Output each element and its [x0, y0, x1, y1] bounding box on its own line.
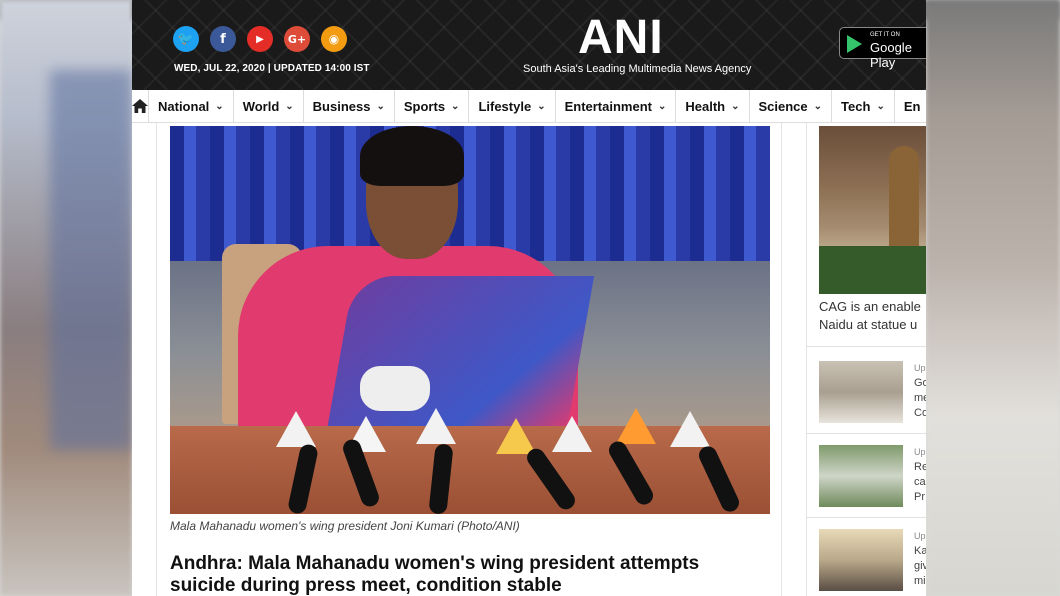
article-column: Mala Mahanadu women's wing president Jon… [156, 123, 782, 596]
blurred-backdrop-left [0, 0, 132, 596]
nav-item-lifestyle[interactable]: Lifestyle ⌄ [469, 89, 556, 123]
blurred-backdrop-right [926, 0, 1060, 596]
sidebar-thumbnail[interactable] [819, 361, 903, 423]
list-item[interactable]: Up Go me Co [914, 361, 926, 421]
chevron-down-icon: ⌄ [215, 100, 224, 112]
chevron-down-icon: ⌄ [813, 100, 823, 112]
photo-caption: Mala Mahanadu women's wing president Jon… [170, 519, 520, 533]
sidebar-thumbnail[interactable] [819, 445, 903, 507]
rss-icon[interactable]: ◉ [321, 26, 347, 52]
google-play-icon [847, 35, 862, 53]
date-updated-line: WED, JUL 22, 2020 | UPDATED 14:00 IST [174, 63, 370, 74]
chevron-down-icon: ⌄ [657, 100, 667, 112]
facebook-icon[interactable]: f [210, 26, 236, 52]
site-header: 🐦 f ▶ G+ ◉ WED, JUL 22, 2020 | UPDATED 1… [132, 0, 926, 90]
google-plus-icon[interactable]: G+ [284, 26, 310, 52]
sidebar: CAG is an enable Naidu at statue u Up Go… [806, 123, 926, 596]
home-icon[interactable] [132, 89, 149, 123]
list-item[interactable]: Up Ka giv mi [914, 529, 926, 589]
list-item[interactable]: Up Re ca Pr [914, 445, 926, 505]
nav-item-national[interactable]: National ⌄ [149, 89, 234, 123]
nav-item-science[interactable]: Science ⌄ [750, 89, 833, 123]
chevron-down-icon: ⌄ [731, 100, 740, 112]
chevron-down-icon: ⌄ [537, 100, 546, 112]
chevron-down-icon: ⌄ [376, 100, 385, 112]
google-play-badge[interactable]: GET IT ON Google Play [839, 27, 926, 70]
nav-item-health[interactable]: Health ⌄ [676, 89, 750, 123]
chevron-down-icon: ⌄ [451, 100, 460, 112]
article-photo[interactable] [170, 126, 770, 514]
chevron-down-icon: ⌄ [876, 100, 885, 112]
sidebar-feature-caption[interactable]: CAG is an enable Naidu at statue u [819, 298, 926, 334]
site-tagline: South Asia's Leading Multimedia News Age… [523, 63, 752, 75]
main-nav: National ⌄ World ⌄ Business ⌄ Sports ⌄ Lifes… [132, 89, 926, 123]
article-headline[interactable]: Andhra: Mala Mahanadu women's wing presi… [170, 553, 770, 596]
nav-item-tech[interactable]: Tech ⌄ [832, 89, 895, 123]
twitter-icon[interactable]: 🐦 [173, 26, 199, 52]
nav-item-business[interactable]: Business ⌄ [304, 89, 395, 123]
nav-item-world[interactable]: World ⌄ [234, 89, 304, 123]
nav-item-en[interactable]: En [895, 90, 926, 123]
youtube-icon[interactable]: ▶ [247, 26, 273, 52]
ani-logo[interactable]: ANI [578, 10, 664, 65]
nav-item-sports[interactable]: Sports ⌄ [395, 89, 470, 123]
chevron-down-icon: ⌄ [285, 100, 294, 112]
nav-item-entertainment[interactable]: Entertainment ⌄ [556, 89, 677, 123]
social-links: 🐦 f ▶ G+ ◉ [173, 26, 347, 52]
news-page: 🐦 f ▶ G+ ◉ WED, JUL 22, 2020 | UPDATED 1… [132, 0, 926, 596]
sidebar-feature-image[interactable] [819, 126, 926, 294]
sidebar-thumbnail[interactable] [819, 529, 903, 591]
